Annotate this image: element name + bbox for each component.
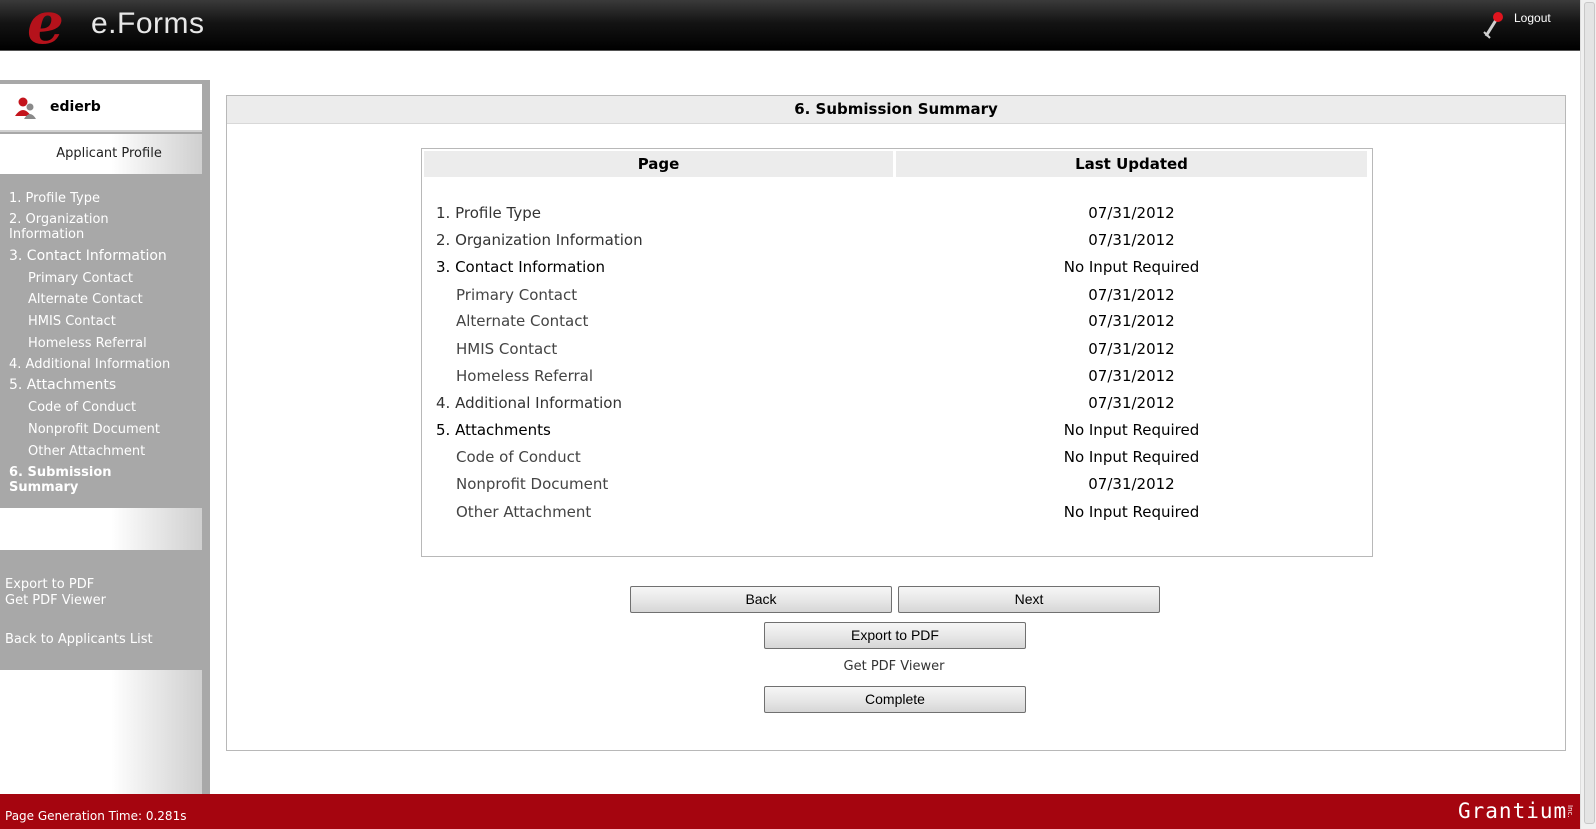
table-row: Code of Conduct No Input Required (422, 448, 1372, 474)
logout-button[interactable]: Logout (1480, 8, 1580, 42)
get-pdf-viewer-link[interactable]: Get PDF Viewer (764, 659, 1024, 674)
sidebar-item-code-of-conduct[interactable]: Code of Conduct (28, 400, 136, 415)
sidebar-back-to-applicants-link[interactable]: Back to Applicants List (5, 632, 153, 647)
page-title: 6. Submission Summary (794, 100, 998, 118)
row-last-updated: No Input Required (1063, 421, 1200, 439)
row-page-name: HMIS Contact (456, 340, 558, 358)
row-last-updated: 07/31/2012 (1088, 475, 1175, 493)
header-bar: e e.Forms Logout (0, 0, 1580, 57)
table-row: Nonprofit Document 07/31/2012 (422, 475, 1372, 501)
export-to-pdf-button[interactable]: Export to PDF (764, 622, 1026, 649)
applicant-profile-header: Applicant Profile (0, 134, 202, 174)
row-page-name: Nonprofit Document (456, 475, 609, 493)
page-generation-time: Page Generation Time: 0.281s (5, 809, 187, 823)
sidebar: edierb Applicant Profile 1. Profile Type… (0, 80, 210, 794)
sidebar-item-attachments[interactable]: 5. Attachments (9, 378, 116, 393)
sidebar-item-nonprofit-document[interactable]: Nonprofit Document (28, 422, 160, 437)
table-row: Other Attachment No Input Required (422, 503, 1372, 529)
table-row: Homeless Referral 07/31/2012 (422, 367, 1372, 393)
logout-icon (1483, 12, 1503, 39)
table-row: 2. Organization Information 07/31/2012 (422, 231, 1372, 257)
row-last-updated: 07/31/2012 (1088, 367, 1175, 385)
column-header-last-updated: Last Updated (896, 151, 1367, 177)
app-title: e.Forms (91, 7, 205, 40)
table-row: 4. Additional Information 07/31/2012 (422, 394, 1372, 420)
row-last-updated: 07/31/2012 (1088, 204, 1175, 222)
eforms-logo: e (27, 0, 64, 57)
row-page-name: Alternate Contact (456, 312, 589, 330)
sidebar-divider-box (0, 508, 202, 550)
table-row: 5. Attachments No Input Required (422, 421, 1372, 447)
footer-bar: Page Generation Time: 0.281s Grantium In… (0, 794, 1580, 829)
row-last-updated: 07/31/2012 (1088, 231, 1175, 249)
sidebar-item-profile-type[interactable]: 1. Profile Type (9, 191, 100, 206)
back-button[interactable]: Back (630, 586, 892, 613)
summary-table: Page Last Updated 1. Profile Type 07/31/… (421, 148, 1373, 557)
table-row: HMIS Contact 07/31/2012 (422, 340, 1372, 366)
row-last-updated: 07/31/2012 (1088, 286, 1175, 304)
panel-title-bar: 6. Submission Summary (227, 96, 1565, 124)
row-last-updated: 07/31/2012 (1088, 340, 1175, 358)
sidebar-item-submission-summary[interactable]: 6. Submission Summary (9, 465, 129, 495)
sidebar-export-pdf-link[interactable]: Export to PDF (5, 577, 94, 592)
row-last-updated: No Input Required (1063, 448, 1200, 466)
sidebar-bottom-box (0, 670, 202, 794)
row-last-updated: No Input Required (1063, 503, 1200, 521)
row-page-name: Primary Contact (456, 286, 578, 304)
sidebar-item-primary-contact[interactable]: Primary Contact (28, 271, 133, 286)
row-last-updated: No Input Required (1063, 258, 1200, 276)
complete-button[interactable]: Complete (764, 686, 1026, 713)
row-page-name: 3. Contact Information (436, 258, 606, 276)
sidebar-get-pdf-viewer-link[interactable]: Get PDF Viewer (5, 593, 106, 608)
sidebar-item-additional-information[interactable]: 4. Additional Information (9, 357, 170, 372)
row-page-name: 2. Organization Information (436, 231, 643, 249)
row-page-name: Other Attachment (456, 503, 592, 521)
column-header-page: Page (424, 151, 893, 177)
grantium-inc-mark: Inc. (1566, 805, 1574, 818)
sidebar-item-other-attachment[interactable]: Other Attachment (28, 444, 145, 459)
user-icon (15, 97, 36, 119)
row-last-updated: 07/31/2012 (1088, 312, 1175, 330)
table-row: Alternate Contact 07/31/2012 (422, 312, 1372, 338)
row-page-name: 4. Additional Information (436, 394, 622, 412)
sidebar-item-organization-information[interactable]: 2. Organization Information (9, 212, 129, 242)
table-row: 1. Profile Type 07/31/2012 (422, 204, 1372, 230)
sidebar-item-homeless-referral[interactable]: Homeless Referral (28, 336, 147, 351)
table-row: 3. Contact Information No Input Required (422, 258, 1372, 284)
vertical-scrollbar[interactable] (1580, 0, 1596, 829)
table-row: Primary Contact 07/31/2012 (422, 286, 1372, 312)
next-button[interactable]: Next (898, 586, 1160, 613)
sidebar-item-hmis-contact[interactable]: HMIS Contact (28, 314, 116, 329)
grantium-logo: Grantium (1458, 799, 1568, 823)
sidebar-item-alternate-contact[interactable]: Alternate Contact (28, 292, 143, 307)
applicant-profile-label: Applicant Profile (56, 146, 162, 161)
sidebar-item-contact-information[interactable]: 3. Contact Information (9, 249, 167, 264)
row-page-name: 5. Attachments (436, 421, 551, 439)
row-page-name: Code of Conduct (456, 448, 581, 466)
user-box: edierb (0, 84, 202, 132)
row-page-name: 1. Profile Type (436, 204, 541, 222)
user-name: edierb (50, 99, 101, 115)
submission-summary-panel: 6. Submission Summary Page Last Updated … (226, 95, 1566, 751)
row-last-updated: 07/31/2012 (1088, 394, 1175, 412)
scrollbar-thumb[interactable] (1584, 2, 1595, 824)
logout-label: Logout (1514, 11, 1551, 25)
row-page-name: Homeless Referral (456, 367, 594, 385)
